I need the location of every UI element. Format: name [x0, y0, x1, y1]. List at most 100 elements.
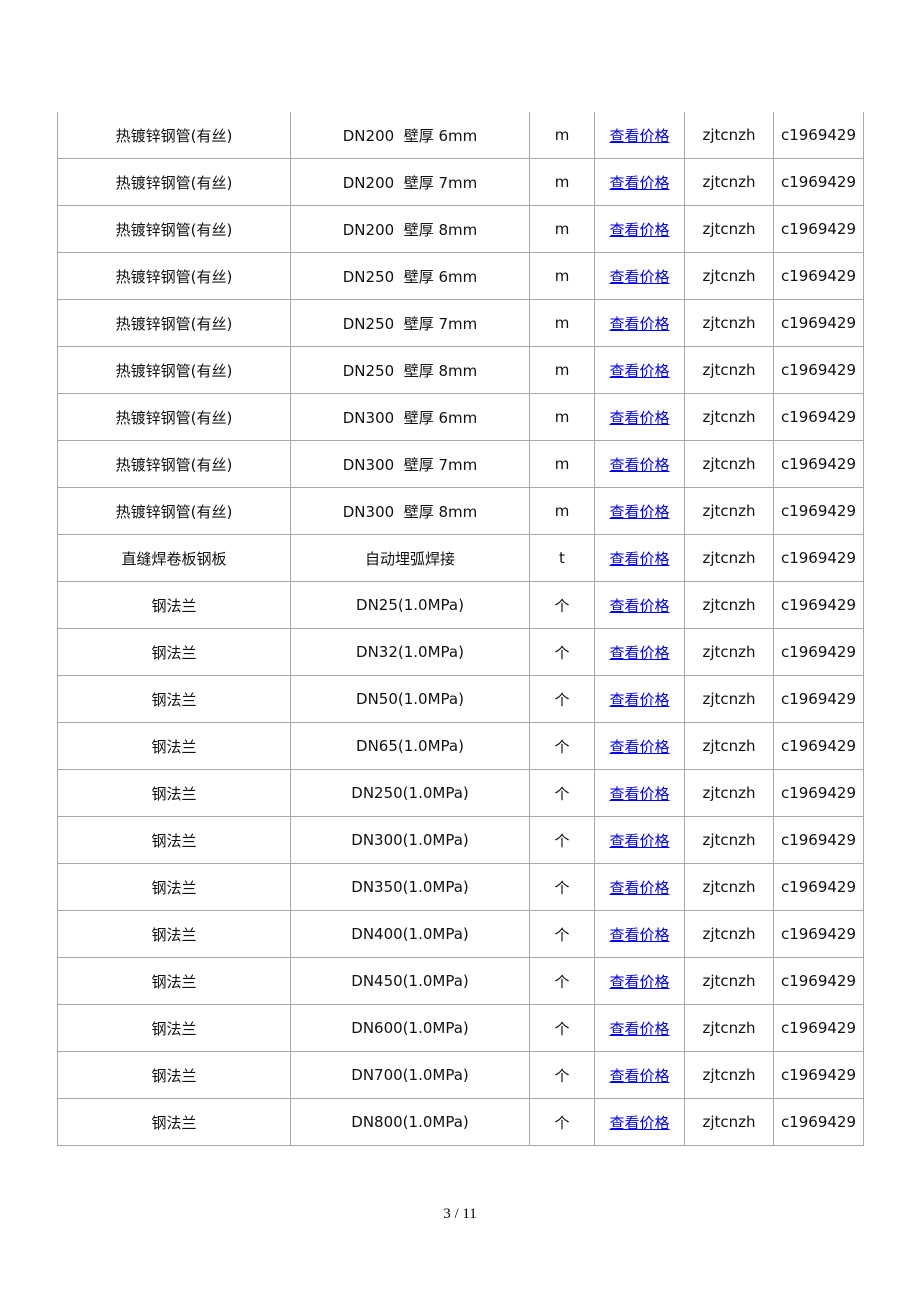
specification-cell: DN200 壁厚 8mm — [290, 205, 530, 253]
unit-cell: 个 — [529, 863, 595, 911]
specification-cell: DN300 壁厚 6mm — [290, 393, 530, 441]
unit-cell: m — [529, 299, 595, 347]
specification-cell: DN400(1.0MPa) — [290, 910, 530, 958]
code-cell: c1969429 — [773, 816, 864, 864]
view-price-link[interactable]: 查看价格 — [609, 550, 669, 568]
product-name-cell: 热镀锌钢管(有丝) — [57, 158, 291, 206]
code-cell: c1969429 — [773, 1098, 864, 1146]
user-cell: zjtcnzh — [684, 1051, 774, 1099]
view-price-link[interactable]: 查看价格 — [609, 738, 669, 756]
table-row: 钢法兰 DN450(1.0MPa) 个查看价格 zjtcnzh c1969429 — [57, 957, 864, 1005]
unit-cell: 个 — [529, 910, 595, 958]
user-cell: zjtcnzh — [684, 112, 774, 159]
unit-cell: 个 — [529, 816, 595, 864]
view-price-link[interactable]: 查看价格 — [609, 221, 669, 239]
table-row: 热镀锌钢管(有丝) DN200 壁厚 8mm m 查看价格 zjtcnzh c196942… — [57, 205, 864, 253]
unit-cell: m — [529, 487, 595, 535]
user-cell: zjtcnzh — [684, 722, 774, 770]
view-price-link-cell: 查看价格 — [594, 628, 685, 676]
view-price-link[interactable]: 查看价格 — [609, 174, 669, 192]
code-cell: c1969429 — [773, 863, 864, 911]
product-name-cell: 热镀锌钢管(有丝) — [57, 205, 291, 253]
user-cell: zjtcnzh — [684, 816, 774, 864]
table-row: 钢法兰 DN300(1.0MPa) 个查看价格 zjtcnzh c1969429 — [57, 816, 864, 864]
product-name-cell: 钢法兰 — [57, 581, 291, 629]
code-cell: c1969429 — [773, 440, 864, 488]
user-cell: zjtcnzh — [684, 205, 774, 253]
view-price-link[interactable]: 查看价格 — [609, 1067, 669, 1085]
view-price-link-cell: 查看价格 — [594, 252, 685, 300]
view-price-link[interactable]: 查看价格 — [609, 926, 669, 944]
view-price-link[interactable]: 查看价格 — [609, 691, 669, 709]
code-cell: c1969429 — [773, 299, 864, 347]
unit-cell: t — [529, 534, 595, 582]
table-row: 热镀锌钢管(有丝) DN300 壁厚 8mm m 查看价格 zjtcnzh c196942… — [57, 487, 864, 535]
view-price-link[interactable]: 查看价格 — [609, 268, 669, 286]
table-row: 钢法兰 DN800(1.0MPa) 个查看价格 zjtcnzh c1969429 — [57, 1098, 864, 1146]
specification-cell: DN250 壁厚 6mm — [290, 252, 530, 300]
product-name-cell: 钢法兰 — [57, 722, 291, 770]
user-cell: zjtcnzh — [684, 1098, 774, 1146]
view-price-link[interactable]: 查看价格 — [609, 879, 669, 897]
view-price-link[interactable]: 查看价格 — [609, 127, 669, 145]
view-price-link[interactable]: 查看价格 — [609, 456, 669, 474]
specification-cell: DN300(1.0MPa) — [290, 816, 530, 864]
view-price-link-cell: 查看价格 — [594, 158, 685, 206]
table-row: 热镀锌钢管(有丝) DN250 壁厚 8mm m 查看价格 zjtcnzh c196942… — [57, 346, 864, 394]
unit-cell: m — [529, 112, 595, 159]
table-row: 热镀锌钢管(有丝) DN200 壁厚 7mm m 查看价格 zjtcnzh c196942… — [57, 158, 864, 206]
unit-cell: 个 — [529, 628, 595, 676]
view-price-link[interactable]: 查看价格 — [609, 1020, 669, 1038]
unit-cell: 个 — [529, 957, 595, 1005]
view-price-link[interactable]: 查看价格 — [609, 315, 669, 333]
code-cell: c1969429 — [773, 393, 864, 441]
unit-cell: 个 — [529, 1051, 595, 1099]
product-name-cell: 热镀锌钢管(有丝) — [57, 346, 291, 394]
code-cell: c1969429 — [773, 910, 864, 958]
view-price-link[interactable]: 查看价格 — [609, 362, 669, 380]
code-cell: c1969429 — [773, 112, 864, 159]
product-name-cell: 钢法兰 — [57, 1098, 291, 1146]
user-cell: zjtcnzh — [684, 440, 774, 488]
view-price-link[interactable]: 查看价格 — [609, 973, 669, 991]
view-price-link[interactable]: 查看价格 — [609, 644, 669, 662]
view-price-link-cell: 查看价格 — [594, 863, 685, 911]
product-name-cell: 热镀锌钢管(有丝) — [57, 393, 291, 441]
product-name-cell: 热镀锌钢管(有丝) — [57, 299, 291, 347]
view-price-link[interactable]: 查看价格 — [609, 597, 669, 615]
user-cell: zjtcnzh — [684, 158, 774, 206]
table-row: 热镀锌钢管(有丝) DN250 壁厚 6mm m 查看价格 zjtcnzh c196942… — [57, 252, 864, 300]
code-cell: c1969429 — [773, 675, 864, 723]
code-cell: c1969429 — [773, 769, 864, 817]
user-cell: zjtcnzh — [684, 675, 774, 723]
unit-cell: 个 — [529, 675, 595, 723]
user-cell: zjtcnzh — [684, 863, 774, 911]
user-cell: zjtcnzh — [684, 1004, 774, 1052]
code-cell: c1969429 — [773, 628, 864, 676]
specification-cell: DN250(1.0MPa) — [290, 769, 530, 817]
user-cell: zjtcnzh — [684, 393, 774, 441]
view-price-link[interactable]: 查看价格 — [609, 409, 669, 427]
table-row: 钢法兰 DN400(1.0MPa) 个查看价格 zjtcnzh c1969429 — [57, 910, 864, 958]
code-cell: c1969429 — [773, 1051, 864, 1099]
specification-cell: DN300 壁厚 8mm — [290, 487, 530, 535]
view-price-link[interactable]: 查看价格 — [609, 1114, 669, 1132]
view-price-link-cell: 查看价格 — [594, 1098, 685, 1146]
view-price-link[interactable]: 查看价格 — [609, 785, 669, 803]
view-price-link[interactable]: 查看价格 — [609, 503, 669, 521]
unit-cell: 个 — [529, 1004, 595, 1052]
unit-cell: 个 — [529, 769, 595, 817]
product-name-cell: 钢法兰 — [57, 863, 291, 911]
unit-cell: m — [529, 440, 595, 488]
view-price-link-cell: 查看价格 — [594, 675, 685, 723]
view-price-link[interactable]: 查看价格 — [609, 832, 669, 850]
table-row: 钢法兰 DN250(1.0MPa) 个查看价格 zjtcnzh c1969429 — [57, 769, 864, 817]
view-price-link-cell: 查看价格 — [594, 816, 685, 864]
user-cell: zjtcnzh — [684, 487, 774, 535]
product-name-cell: 钢法兰 — [57, 675, 291, 723]
table-row: 钢法兰 DN65(1.0MPa) 个查看价格 zjtcnzh c1969429 — [57, 722, 864, 770]
user-cell: zjtcnzh — [684, 769, 774, 817]
product-name-cell: 热镀锌钢管(有丝) — [57, 487, 291, 535]
view-price-link-cell: 查看价格 — [594, 1051, 685, 1099]
unit-cell: m — [529, 393, 595, 441]
